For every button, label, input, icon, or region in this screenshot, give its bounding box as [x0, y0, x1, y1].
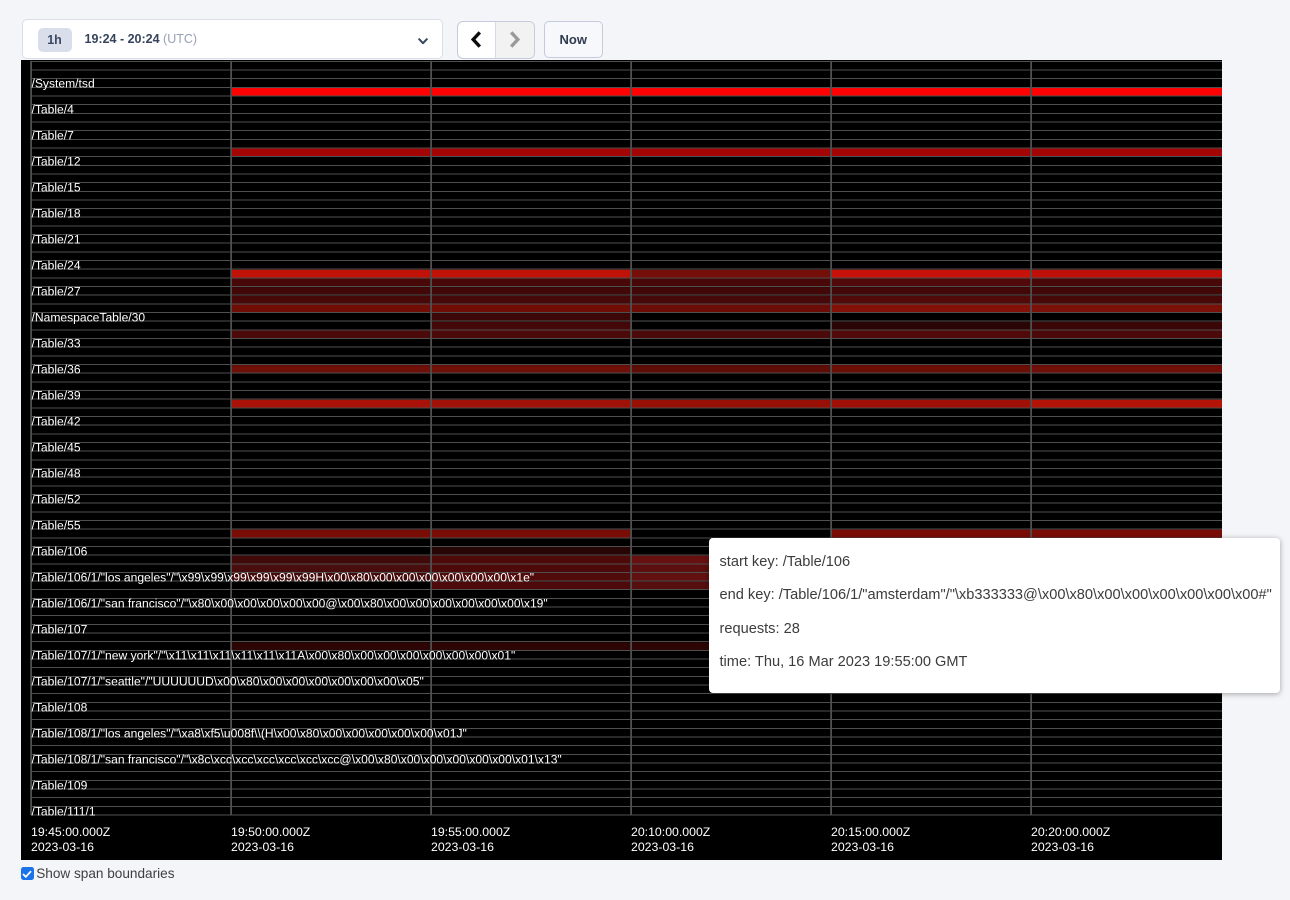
- svg-text:/Table/36: /Table/36: [32, 362, 81, 376]
- svg-text:/Table/106/1/"los angeles"/"\x: /Table/106/1/"los angeles"/"\x99\x99\x99…: [32, 570, 535, 584]
- svg-text:/Table/45: /Table/45: [32, 440, 81, 454]
- svg-text:/Table/15: /Table/15: [32, 181, 81, 195]
- svg-text:2023-03-16: 2023-03-16: [1031, 840, 1094, 854]
- svg-text:/NamespaceTable/30: /NamespaceTable/30: [32, 310, 146, 324]
- svg-text:20:20:00.000Z: 20:20:00.000Z: [1031, 825, 1111, 839]
- svg-text:/Table/107/1/"seattle"/"UUUUUU: /Table/107/1/"seattle"/"UUUUUUD\x00\x80\…: [32, 674, 424, 688]
- svg-text:19:50:00.000Z: 19:50:00.000Z: [231, 825, 311, 839]
- svg-text:19:45:00.000Z: 19:45:00.000Z: [31, 825, 111, 839]
- svg-text:/Table/108/1/"san francisco"/": /Table/108/1/"san francisco"/"\x8c\xcc\x…: [32, 752, 562, 766]
- svg-text:/Table/106/1/"san francisco"/": /Table/106/1/"san francisco"/"\x80\x00\x…: [32, 596, 548, 610]
- svg-text:/Table/106: /Table/106: [32, 544, 88, 558]
- svg-text:/Table/52: /Table/52: [32, 492, 81, 506]
- svg-text:/Table/4: /Table/4: [32, 103, 75, 117]
- svg-text:/Table/55: /Table/55: [32, 518, 81, 532]
- svg-text:2023-03-16: 2023-03-16: [631, 840, 694, 854]
- svg-text:2023-03-16: 2023-03-16: [31, 840, 94, 854]
- svg-text:/Table/18: /Table/18: [32, 207, 81, 221]
- svg-text:/Table/24: /Table/24: [32, 258, 81, 272]
- svg-text:/Table/39: /Table/39: [32, 388, 81, 402]
- svg-text:/System/tsd: /System/tsd: [32, 77, 95, 91]
- svg-text:/Table/7: /Table/7: [32, 129, 75, 143]
- svg-text:/Table/27: /Table/27: [32, 284, 81, 298]
- svg-text:/Table/12: /Table/12: [32, 155, 81, 169]
- svg-text:/Table/33: /Table/33: [32, 336, 81, 350]
- svg-text:/Table/109: /Table/109: [32, 778, 88, 792]
- svg-text:20:10:00.000Z: 20:10:00.000Z: [631, 825, 711, 839]
- svg-text:/Table/42: /Table/42: [32, 414, 81, 428]
- svg-text:2023-03-16: 2023-03-16: [231, 840, 294, 854]
- svg-text:/Table/111/1: /Table/111/1: [32, 804, 96, 818]
- svg-text:2023-03-16: 2023-03-16: [431, 840, 494, 854]
- svg-text:/Table/107: /Table/107: [32, 622, 88, 636]
- svg-text:20:15:00.000Z: 20:15:00.000Z: [831, 825, 911, 839]
- svg-text:/Table/108: /Table/108: [32, 700, 88, 714]
- svg-text:19:55:00.000Z: 19:55:00.000Z: [431, 825, 511, 839]
- svg-text:/Table/107/1/"new york"/"\x11\: /Table/107/1/"new york"/"\x11\x11\x11\x1…: [32, 648, 516, 662]
- svg-text:/Table/108/1/"los angeles"/"\x: /Table/108/1/"los angeles"/"\xa8\xf5\u00…: [32, 726, 467, 740]
- svg-text:/Table/48: /Table/48: [32, 466, 81, 480]
- svg-text:/Table/21: /Table/21: [32, 232, 81, 246]
- svg-text:2023-03-16: 2023-03-16: [831, 840, 894, 854]
